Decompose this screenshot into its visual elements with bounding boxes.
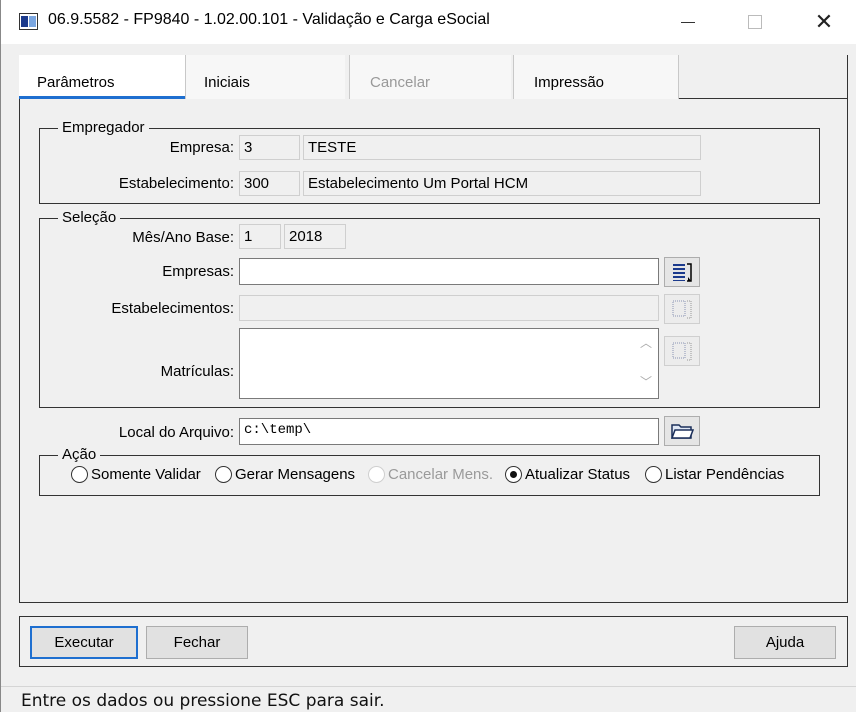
window-title: 06.9.5582 - FP9840 - 1.02.00.101 - Valid… xyxy=(48,11,490,28)
list-select-icon xyxy=(673,263,692,282)
tab-parametros[interactable]: Parâmetros xyxy=(19,55,185,99)
folder-icon xyxy=(670,424,694,439)
tab-impressao[interactable]: Impressão xyxy=(513,55,679,99)
arquivo-label: Local do Arquivo: xyxy=(118,424,234,441)
maximize-icon xyxy=(748,15,762,29)
empresas-label: Empresas: xyxy=(162,263,234,280)
empresas-input[interactable] xyxy=(239,258,659,285)
radio-atualizar-status[interactable]: Atualizar Status xyxy=(505,466,630,483)
title-bar: 06.9.5582 - FP9840 - 1.02.00.101 - Valid… xyxy=(1,0,856,44)
status-bar: Entre os dados ou pressione ESC para sai… xyxy=(1,686,856,712)
app-window: 06.9.5582 - FP9840 - 1.02.00.101 - Valid… xyxy=(0,0,856,712)
button-bar xyxy=(19,616,848,667)
fechar-button[interactable]: Fechar xyxy=(146,626,248,659)
acao-legend: Ação xyxy=(58,446,101,464)
arquivo-input[interactable]: c:\temp\ xyxy=(239,418,659,445)
tab-cancelar: Cancelar xyxy=(349,55,511,99)
radio-label: Listar Pendências xyxy=(665,466,785,483)
radio-gerar-mensagens[interactable]: Gerar Mensagens xyxy=(215,466,355,483)
estabelecimento-code-field: 300 xyxy=(239,171,300,196)
selecao-legend: Seleção xyxy=(58,209,121,227)
tab-label: Parâmetros xyxy=(37,74,115,91)
maximize-button[interactable] xyxy=(732,0,778,44)
estabelecimentos-input xyxy=(239,295,659,321)
scroll-down-icon[interactable]: ﹀ xyxy=(640,376,652,388)
tab-label: Impressão xyxy=(534,74,605,91)
radio-somente-validar[interactable]: Somente Validar xyxy=(71,466,201,483)
empresa-name-field: TESTE xyxy=(303,135,701,160)
list-select-icon xyxy=(672,342,692,361)
ajuda-button[interactable]: Ajuda xyxy=(734,626,836,659)
radio-icon xyxy=(645,466,662,483)
matriculas-textarea[interactable]: ︿ ﹀ xyxy=(239,328,659,399)
status-text: Entre os dados ou pressione ESC para sai… xyxy=(21,691,385,711)
matriculas-list-button xyxy=(664,336,700,366)
tab-divider xyxy=(679,98,848,99)
radio-label: Gerar Mensagens xyxy=(235,466,356,483)
radio-icon xyxy=(71,466,88,483)
estabelecimentos-list-button xyxy=(664,294,700,324)
app-icon xyxy=(19,13,38,30)
tab-iniciais[interactable]: Iniciais xyxy=(185,55,345,99)
mes-ano-label: Mês/Ano Base: xyxy=(132,229,234,246)
tab-label: Cancelar xyxy=(370,74,431,91)
executar-button[interactable]: Executar xyxy=(30,626,138,659)
mes-field[interactable]: 1 xyxy=(239,224,281,249)
close-icon: ✕ xyxy=(814,9,834,35)
estabelecimentos-label: Estabelecimentos: xyxy=(111,300,234,317)
radio-selected-icon xyxy=(505,466,522,483)
empregador-legend: Empregador xyxy=(58,119,149,137)
empresas-list-button[interactable] xyxy=(664,257,700,287)
radio-label: Atualizar Status xyxy=(525,466,631,483)
ano-field[interactable]: 2018 xyxy=(284,224,346,249)
list-select-icon xyxy=(672,300,692,319)
scroll-up-icon[interactable]: ︿ xyxy=(640,337,652,349)
radio-label: Cancelar Mens. xyxy=(388,466,494,483)
radio-icon xyxy=(215,466,232,483)
empresa-code-field: 3 xyxy=(239,135,300,160)
estabelecimento-label: Estabelecimento: xyxy=(118,175,234,192)
radio-listar-pendencias[interactable]: Listar Pendências xyxy=(645,466,784,483)
minimize-button[interactable] xyxy=(665,0,711,44)
radio-label: Somente Validar xyxy=(91,466,201,483)
empresa-label: Empresa: xyxy=(169,139,234,156)
estabelecimento-name-field: Estabelecimento Um Portal HCM xyxy=(303,171,701,196)
matriculas-label: Matrículas: xyxy=(160,363,234,380)
tab-label: Iniciais xyxy=(204,74,250,91)
radio-cancelar-mens: Cancelar Mens. xyxy=(368,466,493,483)
browse-folder-button[interactable] xyxy=(664,416,700,446)
minimize-icon xyxy=(681,21,695,23)
radio-icon xyxy=(368,466,385,483)
tab-strip: Parâmetros Iniciais Cancelar Impressão xyxy=(19,55,848,101)
close-button[interactable]: ✕ xyxy=(801,0,847,44)
